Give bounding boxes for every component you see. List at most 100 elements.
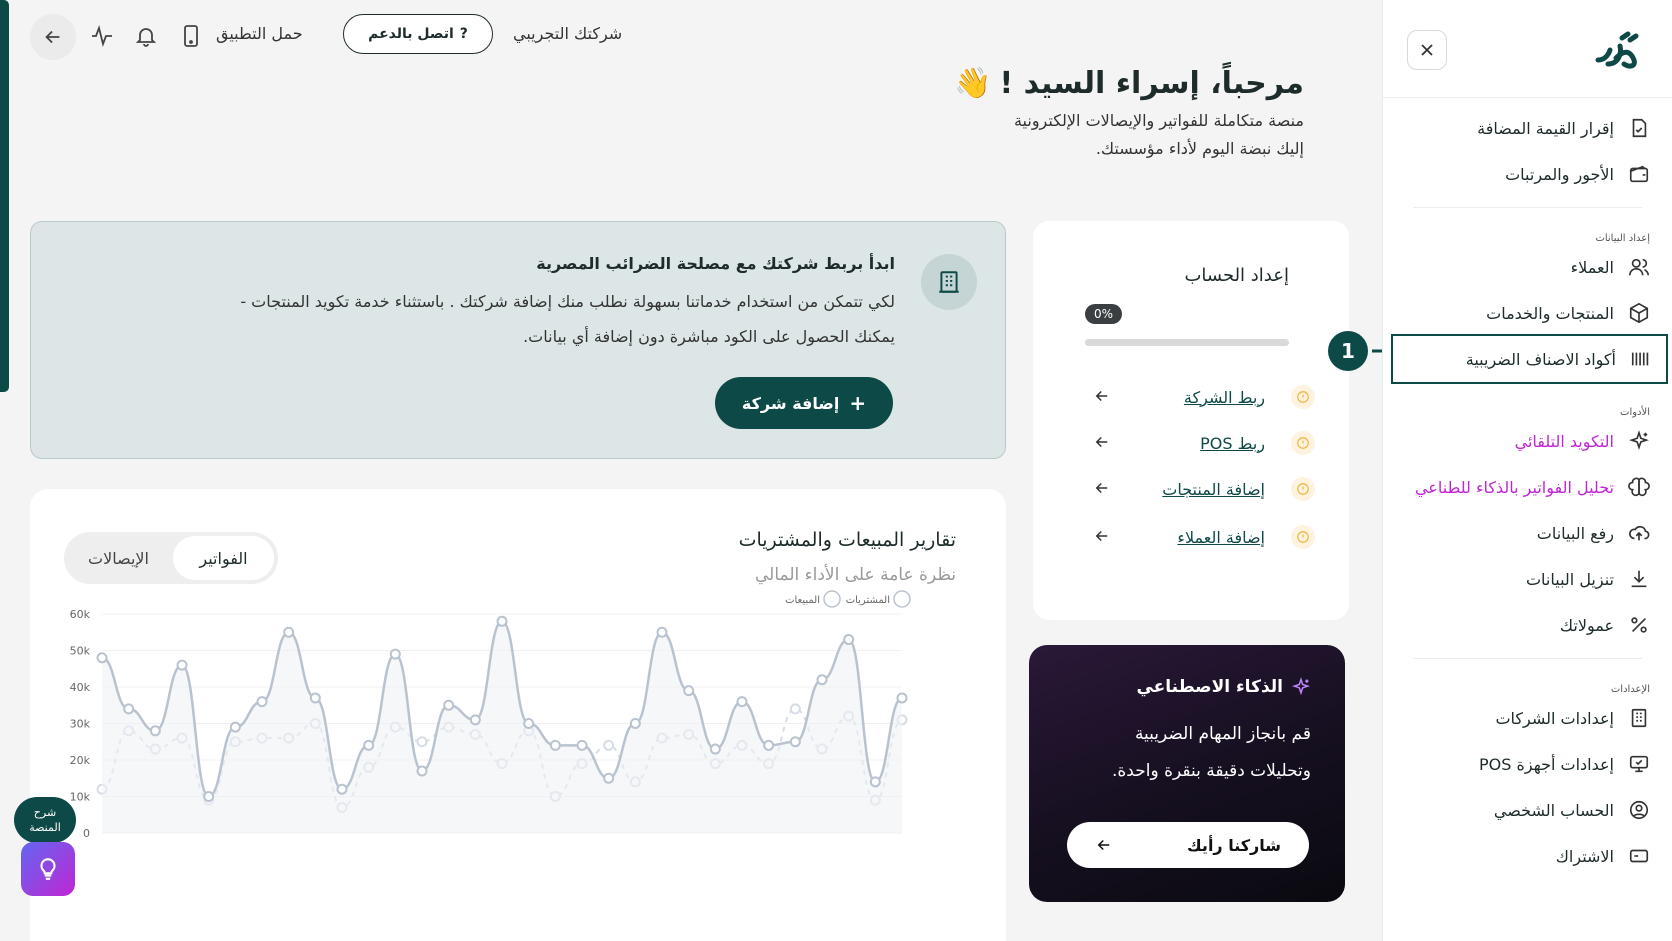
data-point [283, 626, 295, 638]
line-chart: 0 10k 20k 30k 40k 50k 60k المشتريات المبيعات [70, 590, 911, 840]
setup-step-link[interactable]: ربط الشركة [1184, 388, 1265, 407]
welcome-title-text: مرحباً، إسراء السيد ! [999, 66, 1305, 101]
banner-description: لكي تتمكن من استخدام خدماتنا بسهولة نطلب… [135, 284, 895, 354]
platform-guide-label[interactable]: شرح المنصة [14, 797, 76, 843]
sidebar-item-label: التكويد التلقائي [1514, 431, 1614, 451]
sidebar-item-upload[interactable]: رفع البيانات [1383, 510, 1672, 556]
welcome-line-2: إليك نبضة اليوم لأداء مؤسستك. [1095, 139, 1304, 158]
sidebar-item-label: تحليل الفواتير بالذكاء للطناعي [1414, 477, 1614, 497]
setup-step-link[interactable]: إضافة المنتجات [1162, 480, 1265, 499]
sparkle-icon [1629, 430, 1649, 451]
brain-icon [1628, 477, 1650, 497]
mobile-icon[interactable] [180, 24, 202, 48]
monitor-icon [1629, 755, 1649, 773]
download-app-link[interactable]: حمل التطبيق [216, 24, 303, 43]
data-point [709, 743, 721, 755]
data-point [176, 659, 188, 671]
data-point [149, 725, 161, 737]
support-button[interactable]: ? اتصل بالدعم [343, 14, 493, 54]
sidebar-item-auto-coding[interactable]: التكويد التلقائي [1383, 418, 1672, 464]
sidebar-item-label: الحساب الشخصي [1493, 800, 1614, 820]
sidebar-item-profile[interactable]: الحساب الشخصي [1383, 787, 1672, 833]
sidebar-item-pos-settings[interactable]: إعدادات أجهزة POS [1383, 741, 1672, 787]
ai-card-title: الذكاء الاصطناعي [1136, 677, 1311, 697]
sidebar-divider [1413, 207, 1642, 208]
setup-step-row[interactable]: إضافة العملاء [1093, 525, 1315, 549]
sidebar-item-products[interactable]: المنتجات والخدمات [1383, 290, 1672, 336]
legend-marker [823, 590, 841, 608]
setup-title: إعداد الحساب [1184, 265, 1289, 286]
data-point [603, 739, 615, 751]
sidebar-header [1383, 0, 1672, 98]
y-tick-label: 10k [70, 791, 91, 804]
welcome-line-1: منصة متكاملة للفواتير والإيصالات الإلكتر… [1013, 111, 1304, 130]
sidebar-item-ai-analysis[interactable]: تحليل الفواتير بالذكاء للطناعي [1383, 464, 1672, 510]
ai-description: قم بانجاز المهام الضريبية وتحليلات دقيقة… [1061, 716, 1311, 790]
help-button[interactable] [21, 842, 75, 896]
box-icon [1629, 302, 1649, 324]
banner-title: ابدأ بربط شركتك مع مصلحة الضرائب المصرية [536, 254, 895, 273]
brand-logo [1595, 31, 1639, 69]
activity-icon[interactable] [90, 24, 114, 48]
setup-step-row[interactable]: ربط POS [1093, 431, 1315, 455]
sidebar-item-payroll[interactable]: الأجور والمرتبات [1383, 151, 1672, 197]
waving-hand-icon: 👋 [954, 66, 992, 101]
add-company-label: إضافة شركة [741, 393, 840, 413]
legend-label: المشتريات [846, 595, 890, 606]
data-point [549, 739, 561, 751]
y-tick-label: 0 [83, 827, 90, 840]
setup-progress-bar [1085, 339, 1289, 346]
arrow-left-icon [1095, 390, 1108, 402]
welcome-subtitle: منصة متكاملة للفواتير والإيصالات الإلكتر… [954, 107, 1304, 163]
data-point [123, 703, 135, 715]
wallet-icon [1629, 165, 1649, 183]
data-point [763, 739, 775, 751]
data-point [309, 692, 321, 704]
data-point [576, 739, 588, 751]
setup-step-link[interactable]: ربط POS [1200, 434, 1265, 453]
arrow-left-icon [1095, 436, 1108, 448]
sidebar-item-download[interactable]: تنزيل البيانات [1383, 556, 1672, 602]
sidebar-item-commissions[interactable]: عمولاتك [1383, 602, 1672, 648]
company-name: شركتك التجريبي [513, 24, 623, 43]
sidebar-item-tax-codes[interactable]: أكواد الاصناف الضريبية [1391, 334, 1668, 384]
share-feedback-label: شاركنا رأيك [1187, 835, 1281, 855]
sidebar-item-customers[interactable]: العملاء [1383, 244, 1672, 290]
data-point [683, 685, 695, 697]
add-company-button[interactable]: + إضافة شركة [715, 377, 893, 429]
close-sidebar-button[interactable] [1407, 30, 1447, 70]
data-point [416, 765, 428, 777]
setup-step-link[interactable]: إضافة العملاء [1177, 528, 1265, 547]
sidebar-item-subscription[interactable]: الاشتراك [1383, 833, 1672, 879]
series-area [102, 621, 902, 833]
building-icon [921, 254, 977, 310]
sidebar-item-label: إعدادات أجهزة POS [1479, 754, 1614, 774]
sidebar-item-label: رفع البيانات [1536, 523, 1614, 543]
sidebar: إقرار القيمة المضافة الأجور والمرتبات إع… [1382, 0, 1672, 941]
sidebar-item-company-settings[interactable]: إعدادات الشركات [1383, 695, 1672, 741]
y-tick-label: 40k [70, 681, 91, 694]
data-point [496, 615, 508, 627]
data-point [469, 714, 481, 726]
download-icon [1631, 570, 1647, 588]
setup-step-row[interactable]: إضافة المنتجات [1093, 477, 1315, 501]
back-button[interactable] [30, 14, 76, 60]
data-point [96, 652, 108, 664]
ai-desc-line-1: قم بانجاز المهام الضريبية [1134, 724, 1311, 744]
data-point [336, 783, 348, 795]
user-circle-icon [1629, 800, 1649, 820]
banner-desc-line-1: لكي تتمكن من استخدام خدماتنا بسهولة نطلب… [240, 292, 895, 311]
building-icon [1631, 708, 1647, 728]
setup-step-row[interactable]: ربط الشركة [1093, 385, 1315, 409]
share-feedback-button[interactable]: شاركنا رأيك [1067, 822, 1309, 868]
users-icon [1629, 258, 1649, 276]
info-icon [1291, 477, 1315, 501]
bell-icon[interactable] [134, 24, 158, 48]
data-point [869, 776, 881, 788]
support-button-label: اتصل بالدعم [368, 26, 454, 42]
percent-icon [1631, 617, 1647, 633]
sidebar-item-vat[interactable]: إقرار القيمة المضافة [1383, 105, 1672, 151]
y-tick-label: 60k [70, 608, 91, 621]
arrow-left-icon [45, 30, 60, 44]
setup-progress-badge: 0% [1085, 304, 1123, 324]
